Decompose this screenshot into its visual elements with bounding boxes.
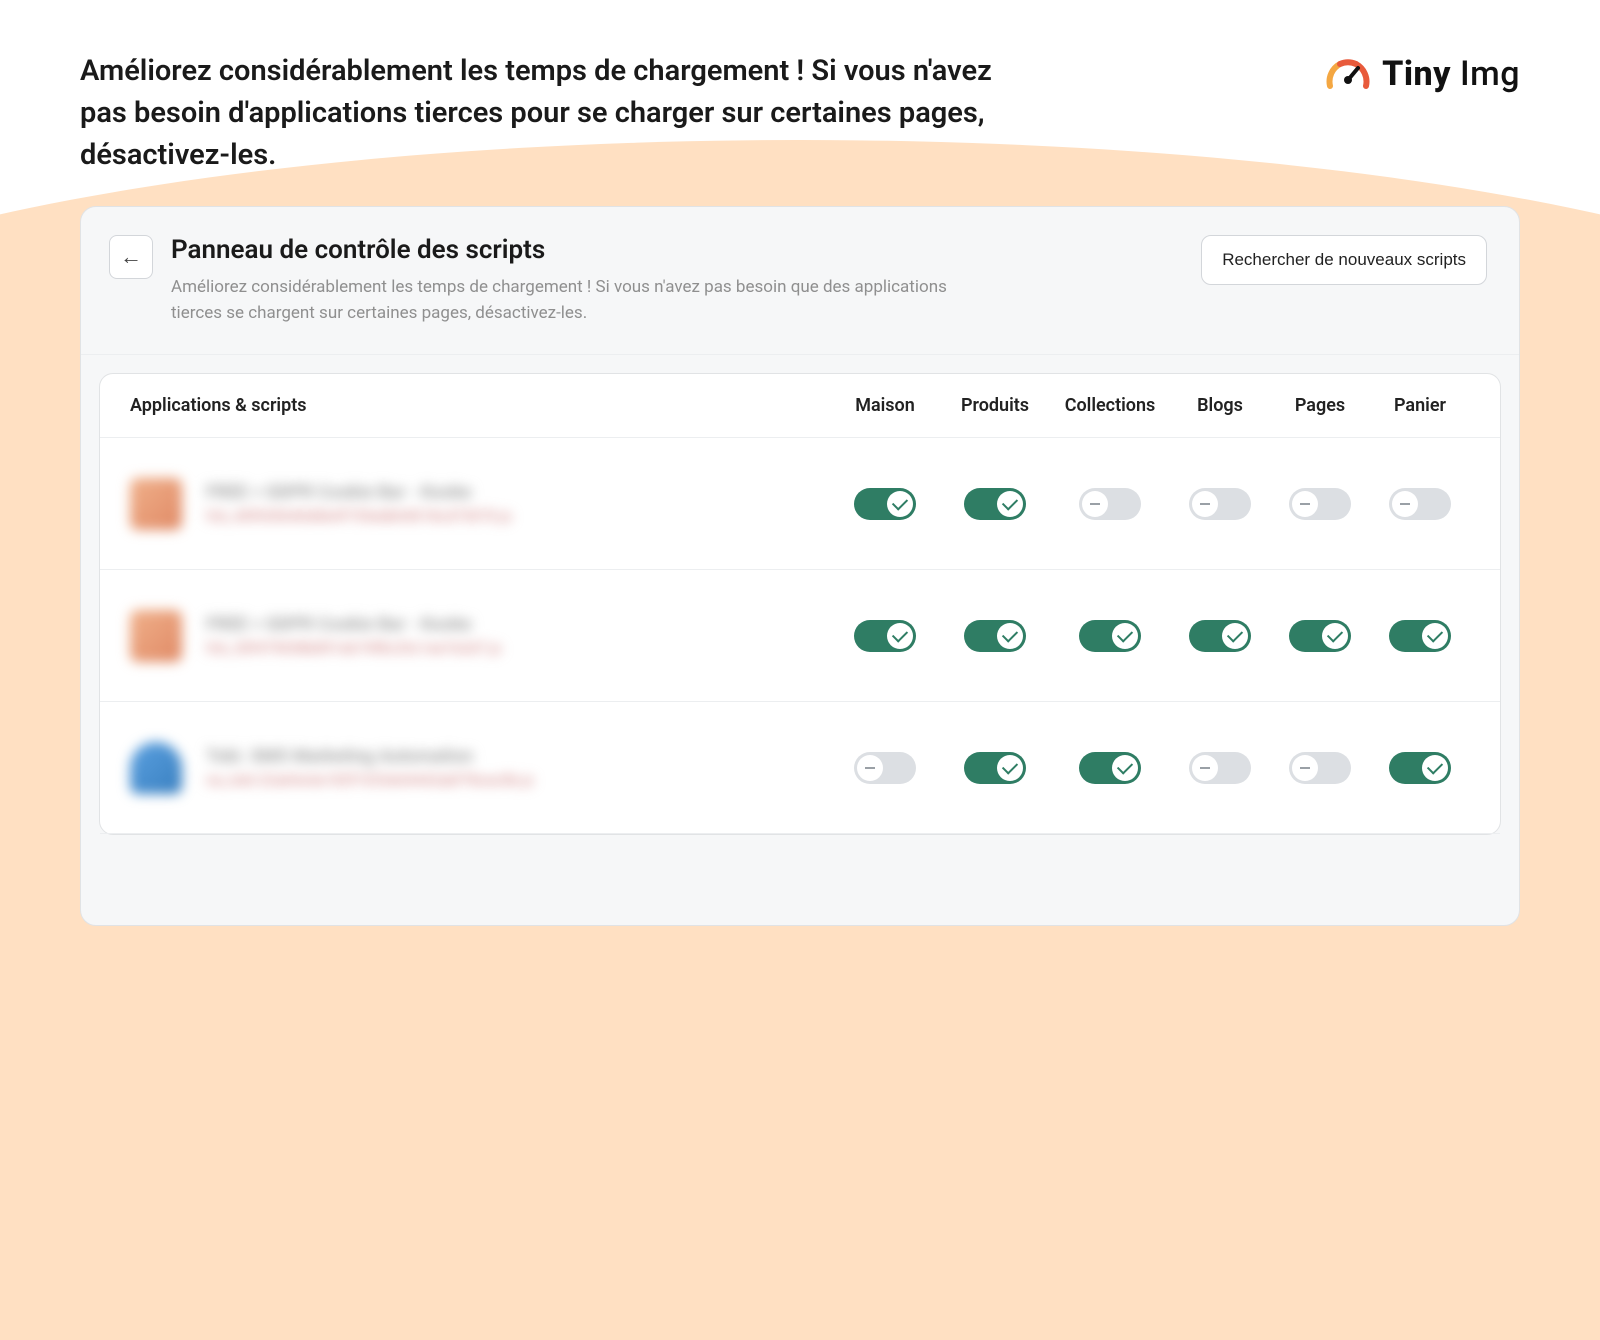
app-icon	[130, 478, 182, 530]
toggle-switch[interactable]	[1389, 752, 1451, 784]
toggle-switch[interactable]	[1189, 488, 1251, 520]
app-cell: FREE > GDPR Cookie Bar - Kooke fcb_30f479…	[130, 610, 830, 662]
check-icon	[997, 755, 1023, 781]
toggle-switch[interactable]	[964, 488, 1026, 520]
toggle-switch[interactable]	[854, 620, 916, 652]
column-blogs: Blogs	[1170, 395, 1270, 416]
toggle-cell	[1370, 488, 1470, 520]
toggle-cell	[830, 752, 940, 784]
app-name: Tobi. SMS Marketing Automation	[206, 746, 534, 767]
toggle-cell	[1370, 620, 1470, 652]
toggle-cell	[1270, 752, 1370, 784]
check-icon	[997, 623, 1023, 649]
toggle-switch[interactable]	[964, 620, 1026, 652]
toggle-switch[interactable]	[1389, 620, 1451, 652]
toggle-switch[interactable]	[1189, 752, 1251, 784]
toggle-cell	[1270, 620, 1370, 652]
table-row: Tobi. SMS Marketing Automation na_tobi-22…	[100, 702, 1500, 834]
minus-icon	[1392, 491, 1418, 517]
toggle-cell	[830, 488, 940, 520]
column-pages: Pages	[1270, 395, 1370, 416]
search-new-scripts-button[interactable]: Rechercher de nouveaux scripts	[1201, 235, 1487, 285]
column-apps: Applications & scripts	[130, 395, 830, 416]
logo-text: Tiny Img	[1382, 54, 1520, 94]
check-icon	[1422, 623, 1448, 649]
check-icon	[1422, 755, 1448, 781]
minus-icon	[1292, 755, 1318, 781]
gauge-icon	[1326, 54, 1370, 94]
check-icon	[1222, 623, 1248, 649]
arrow-left-icon: ←	[120, 244, 142, 270]
column-panier: Panier	[1370, 395, 1470, 416]
toggle-cell	[1170, 620, 1270, 652]
toggle-switch[interactable]	[1289, 752, 1351, 784]
panel-subtitle: Améliorez considérablement les temps de …	[171, 275, 991, 326]
back-button[interactable]: ←	[109, 235, 153, 279]
panel-header: ← Panneau de contrôle des scripts Amélio…	[81, 235, 1519, 355]
toggle-switch[interactable]	[854, 488, 916, 520]
toggle-cell	[940, 488, 1050, 520]
column-produits: Produits	[940, 395, 1050, 416]
column-collections: Collections	[1050, 395, 1170, 416]
check-icon	[887, 491, 913, 517]
page-content: Améliorez considérablement les temps de …	[0, 0, 1600, 926]
toggle-cell	[940, 752, 1050, 784]
app-file: fcb_40f030640d6b4f735edb04018cd73070.js	[206, 507, 512, 525]
toggle-cell	[1050, 488, 1170, 520]
toggle-switch[interactable]	[854, 752, 916, 784]
app-text: Tobi. SMS Marketing Automation na_tobi-22…	[206, 746, 534, 789]
check-icon	[1112, 755, 1138, 781]
toggle-switch[interactable]	[1189, 620, 1251, 652]
minus-icon	[1292, 491, 1318, 517]
app-name: FREE > GDPR Cookie Bar - Kooke	[206, 482, 512, 503]
minus-icon	[1192, 755, 1218, 781]
toggle-cell	[1370, 752, 1470, 784]
toggle-cell	[1170, 752, 1270, 784]
brand-logo: Tiny Img	[1326, 54, 1520, 94]
toggle-cell	[1170, 488, 1270, 520]
app-file: na_tobi-22a64c6e183f1033e64442abf78cec0b…	[206, 771, 534, 789]
app-file: fcb_30f479658b891eb74f8c33c1ee7e2d7.js	[206, 639, 501, 657]
app-text: FREE > GDPR Cookie Bar - Kooke fcb_30f479…	[206, 614, 501, 657]
toggle-switch[interactable]	[1079, 620, 1141, 652]
check-icon	[997, 491, 1023, 517]
column-maison: Maison	[830, 395, 940, 416]
header-row: Améliorez considérablement les temps de …	[80, 50, 1520, 176]
toggle-switch[interactable]	[1079, 752, 1141, 784]
app-text: FREE > GDPR Cookie Bar - Kooke fcb_40f030…	[206, 482, 512, 525]
toggle-switch[interactable]	[1289, 620, 1351, 652]
app-name: FREE > GDPR Cookie Bar - Kooke	[206, 614, 501, 635]
minus-icon	[857, 755, 883, 781]
app-icon	[130, 742, 182, 794]
table-row: FREE > GDPR Cookie Bar - Kooke fcb_30f479…	[100, 570, 1500, 702]
toggle-cell	[1270, 488, 1370, 520]
table-row: FREE > GDPR Cookie Bar - Kooke fcb_40f030…	[100, 438, 1500, 570]
toggle-switch[interactable]	[1289, 488, 1351, 520]
toggle-switch[interactable]	[964, 752, 1026, 784]
check-icon	[1112, 623, 1138, 649]
app-icon	[130, 610, 182, 662]
scripts-table: Applications & scripts Maison Produits C…	[99, 373, 1501, 835]
check-icon	[887, 623, 913, 649]
toggle-switch[interactable]	[1079, 488, 1141, 520]
toggle-cell	[830, 620, 940, 652]
toggle-cell	[1050, 752, 1170, 784]
table-header: Applications & scripts Maison Produits C…	[100, 374, 1500, 438]
control-panel: ← Panneau de contrôle des scripts Amélio…	[80, 206, 1520, 926]
check-icon	[1322, 623, 1348, 649]
panel-header-left: ← Panneau de contrôle des scripts Amélio…	[109, 235, 991, 326]
panel-title: Panneau de contrôle des scripts	[171, 235, 991, 265]
toggle-cell	[1050, 620, 1170, 652]
toggle-switch[interactable]	[1389, 488, 1451, 520]
app-cell: FREE > GDPR Cookie Bar - Kooke fcb_40f030…	[130, 478, 830, 530]
app-cell: Tobi. SMS Marketing Automation na_tobi-22…	[130, 742, 830, 794]
minus-icon	[1082, 491, 1108, 517]
toggle-cell	[940, 620, 1050, 652]
marketing-tagline: Améliorez considérablement les temps de …	[80, 50, 1000, 176]
minus-icon	[1192, 491, 1218, 517]
